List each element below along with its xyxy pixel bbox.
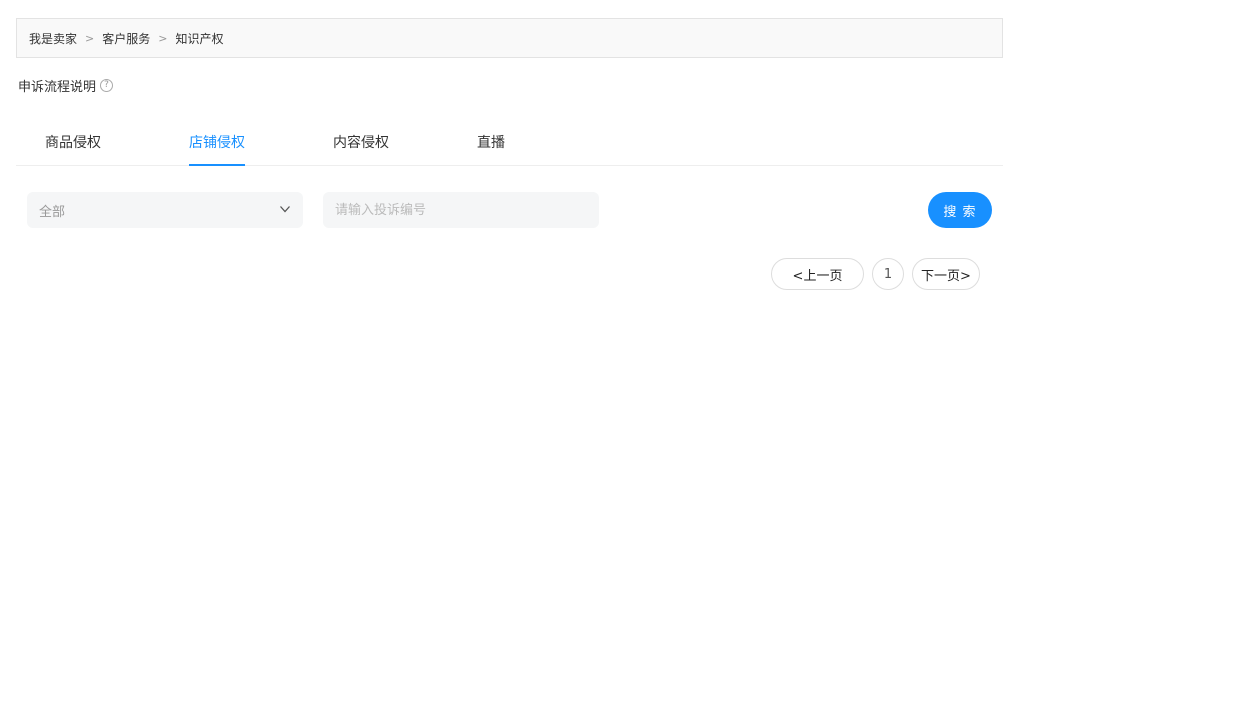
tab-store-infringement[interactable]: 店铺侵权 xyxy=(189,124,245,166)
breadcrumb-item-seller[interactable]: 我是卖家 xyxy=(29,30,77,47)
tab-content-infringement[interactable]: 内容侵权 xyxy=(333,124,389,165)
status-select-value: 全部 xyxy=(39,204,66,220)
prev-page-button[interactable]: <上一页 xyxy=(771,258,864,290)
breadcrumb-separator: > xyxy=(158,31,168,45)
chevron-down-icon xyxy=(280,206,290,213)
complaint-number-input[interactable] xyxy=(323,192,599,228)
search-button[interactable]: 搜 索 xyxy=(928,192,992,228)
page-number-button[interactable]: 1 xyxy=(872,258,904,290)
tab-product-infringement[interactable]: 商品侵权 xyxy=(45,124,101,165)
breadcrumb-item-ip: 知识产权 xyxy=(175,31,224,46)
question-circle-icon[interactable]: ? xyxy=(100,78,114,92)
tab-live-stream[interactable]: 直播 xyxy=(477,124,505,165)
page: 我是卖家 > 客户服务 > 知识产权 申诉流程说明 ? 商品侵权 店铺侵权 内容… xyxy=(0,0,1240,721)
breadcrumb: 我是卖家 > 客户服务 > 知识产权 xyxy=(16,18,1003,58)
tab-bar: 商品侵权 店铺侵权 内容侵权 直播 xyxy=(16,124,1003,166)
next-page-button[interactable]: 下一页> xyxy=(912,258,980,290)
appeal-process-link[interactable]: 申诉流程说明 ? xyxy=(18,76,114,95)
appeal-process-label: 申诉流程说明 xyxy=(18,79,97,95)
breadcrumb-item-customer-service[interactable]: 客户服务 xyxy=(102,30,150,47)
status-select[interactable]: 全部 xyxy=(27,192,303,228)
breadcrumb-separator: > xyxy=(85,31,95,45)
